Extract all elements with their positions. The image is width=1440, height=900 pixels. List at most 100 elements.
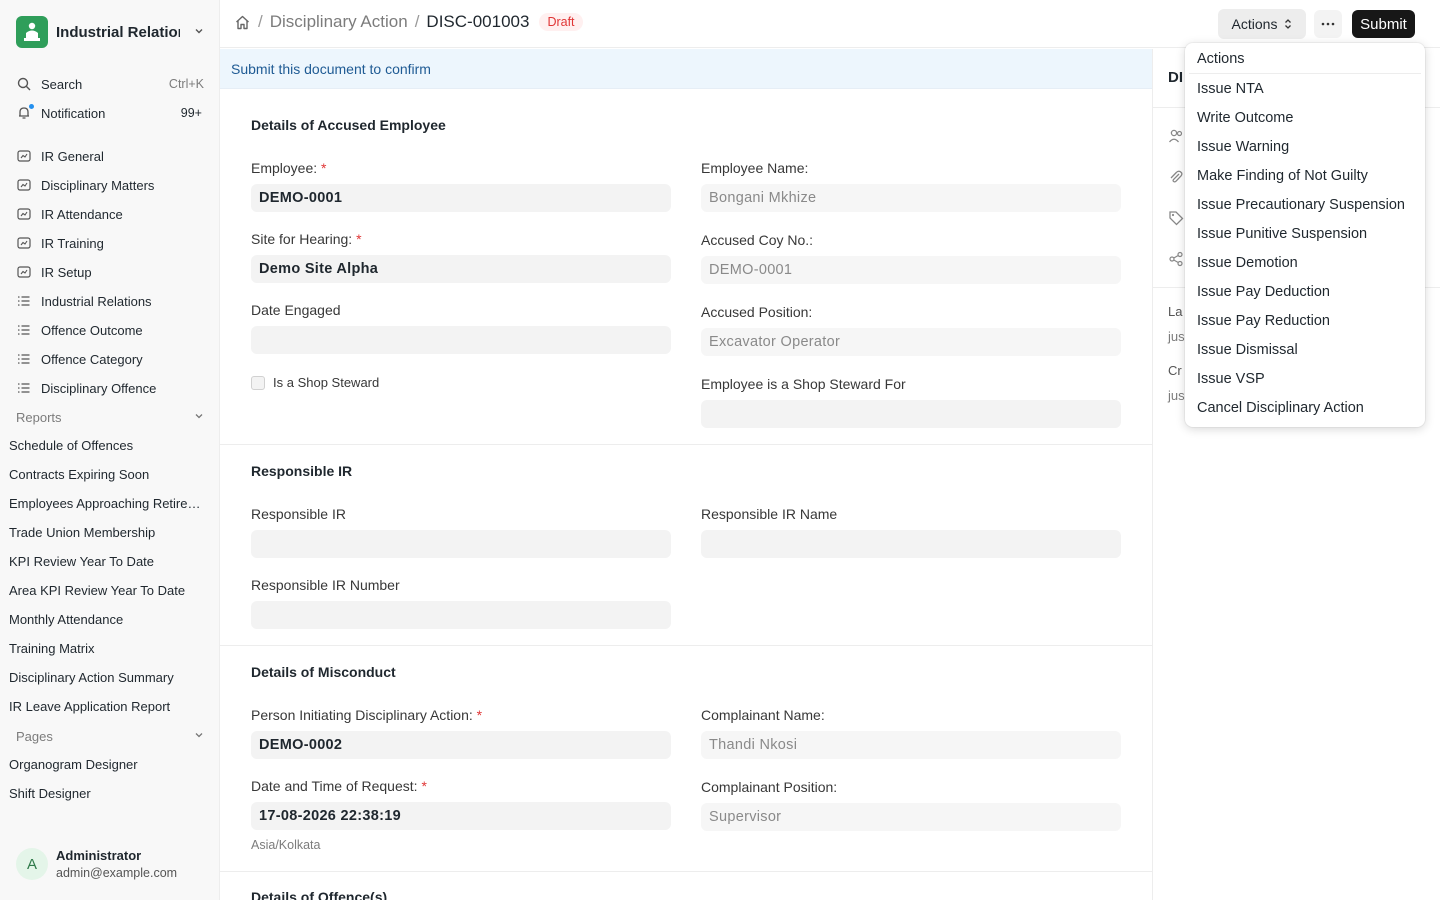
actions-label: Actions <box>1231 16 1278 32</box>
menu-item-make-finding-of-not-guilty[interactable]: Make Finding of Not Guilty <box>1189 162 1421 190</box>
workspace-icon <box>16 148 32 164</box>
sidebar-item-ir-attendance[interactable]: IR Attendance <box>8 201 212 227</box>
responsible-ir-name-label: Responsible IR Name <box>701 506 838 522</box>
form-area: Submit this document to confirm Details … <box>220 49 1153 900</box>
request-date-field[interactable]: 17-08-2026 22:38:19 <box>251 802 671 830</box>
section-misconduct: Details of Misconduct Person Initiating … <box>220 646 1152 872</box>
sidebar-item-offence-outcome[interactable]: Offence Outcome <box>8 317 212 343</box>
user-menu[interactable]: A Administrator admin@example.com <box>16 848 204 880</box>
user-email: admin@example.com <box>56 866 178 880</box>
more-options-button[interactable] <box>1314 10 1342 38</box>
report-link-contracts-expiring-soon[interactable]: Contracts Expiring Soon <box>9 467 209 482</box>
section-title: Responsible IR <box>251 463 353 479</box>
pages-section-toggle[interactable]: Pages <box>8 724 212 748</box>
top-bar: / Disciplinary Action / DISC-001003 Draf… <box>220 0 1440 48</box>
report-link-employees-approaching-retirement[interactable]: Employees Approaching Retirement <box>9 496 209 511</box>
avatar: A <box>16 848 48 880</box>
last-edited-value: jus <box>1168 329 1185 344</box>
report-link-training-matrix[interactable]: Training Matrix <box>9 641 209 656</box>
employee-field[interactable]: DEMO-0001 <box>251 184 671 212</box>
breadcrumb-current: DISC-001003 <box>426 12 530 31</box>
list-icon <box>16 293 32 309</box>
section-title: Details of Misconduct <box>251 664 396 680</box>
menu-item-issue-vsp[interactable]: Issue VSP <box>1189 365 1421 393</box>
shop-steward-label: Is a Shop Steward <box>273 375 380 390</box>
menu-item-issue-warning[interactable]: Issue Warning <box>1189 133 1421 161</box>
sidebar-item-disciplinary-matters[interactable]: Disciplinary Matters <box>8 172 212 198</box>
site-label: Site for Hearing: * <box>251 231 362 247</box>
ellipsis-icon <box>1321 22 1335 26</box>
sidebar-item-label: Disciplinary Offence <box>41 380 157 396</box>
menu-item-issue-pay-reduction[interactable]: Issue Pay Reduction <box>1189 307 1421 335</box>
initiator-field[interactable]: DEMO-0002 <box>251 731 671 759</box>
position-label: Accused Position: <box>701 304 813 320</box>
sidebar-item-ir-setup[interactable]: IR Setup <box>8 259 212 285</box>
notification-button[interactable]: Notification 99+ <box>8 100 212 126</box>
menu-item-issue-nta[interactable]: Issue NTA <box>1189 75 1421 103</box>
search-button[interactable]: Search Ctrl+K <box>8 71 212 97</box>
employee-name-label: Employee Name: <box>701 160 809 176</box>
responsible-ir-field[interactable] <box>251 530 671 558</box>
report-link-ir-leave-application-report[interactable]: IR Leave Application Report <box>9 699 209 714</box>
report-link-area-kpi-review-year-to-date[interactable]: Area KPI Review Year To Date <box>9 583 209 598</box>
complainant-name-label: Complainant Name: <box>701 707 825 723</box>
chevron-down-icon <box>194 26 204 39</box>
menu-item-issue-precautionary-suspension[interactable]: Issue Precautionary Suspension <box>1189 191 1421 219</box>
assign-icon[interactable] <box>1168 128 1184 144</box>
dropdown-heading: Actions <box>1197 51 1245 67</box>
shop-steward-checkbox[interactable]: Is a Shop Steward <box>251 375 379 390</box>
site-field[interactable]: Demo Site Alpha <box>251 255 671 283</box>
date-engaged-label: Date Engaged <box>251 302 341 318</box>
responsible-ir-name-field[interactable] <box>701 530 1121 558</box>
home-icon[interactable] <box>234 14 251 31</box>
sidebar-item-ir-training[interactable]: IR Training <box>8 230 212 256</box>
report-link-monthly-attendance[interactable]: Monthly Attendance <box>9 612 209 627</box>
tag-icon[interactable] <box>1168 210 1184 226</box>
pages-heading: Pages <box>16 728 53 744</box>
breadcrumb-parent[interactable]: Disciplinary Action <box>270 12 408 32</box>
report-link-disciplinary-action-summary[interactable]: Disciplinary Action Summary <box>9 670 209 685</box>
menu-item-issue-demotion[interactable]: Issue Demotion <box>1189 249 1421 277</box>
menu-item-issue-pay-deduction[interactable]: Issue Pay Deduction <box>1189 278 1421 306</box>
sidebar-item-disciplinary-offence[interactable]: Disciplinary Offence <box>8 375 212 401</box>
responsible-ir-number-field[interactable] <box>251 601 671 629</box>
sidebar-item-industrial-relations[interactable]: Industrial Relations <box>8 288 212 314</box>
chevron-down-icon <box>194 411 204 424</box>
workspace-icon <box>16 177 32 193</box>
report-link-schedule-of-offences[interactable]: Schedule of Offences <box>9 438 209 453</box>
bell-icon <box>16 104 34 121</box>
complainant-position-label: Complainant Position: <box>701 779 838 795</box>
page-link-shift-designer[interactable]: Shift Designer <box>9 786 209 801</box>
employee-label: Employee: * <box>251 160 327 176</box>
section-offences: Details of Offence(s) <box>220 872 1152 900</box>
sidebar-item-label: Disciplinary Matters <box>41 177 155 193</box>
date-engaged-field[interactable] <box>251 326 671 354</box>
menu-item-cancel-disciplinary-action[interactable]: Cancel Disciplinary Action <box>1189 394 1421 422</box>
status-badge: Draft <box>539 13 583 31</box>
app-logo <box>16 16 48 48</box>
workspace-icon <box>16 264 32 280</box>
search-shortcut: Ctrl+K <box>168 77 204 91</box>
reports-section-toggle[interactable]: Reports <box>8 405 212 429</box>
report-link-kpi-review-year-to-date[interactable]: KPI Review Year To Date <box>9 554 209 569</box>
menu-item-issue-punitive-suspension[interactable]: Issue Punitive Suspension <box>1189 220 1421 248</box>
created-label: Cr <box>1168 363 1182 378</box>
submit-button[interactable]: Submit <box>1352 10 1415 38</box>
sidebar-item-ir-general[interactable]: IR General <box>8 143 212 169</box>
initiator-label: Person Initiating Disciplinary Action: * <box>251 707 483 723</box>
search-icon <box>16 76 32 92</box>
page-link-organogram-designer[interactable]: Organogram Designer <box>9 757 209 772</box>
shop-steward-for-field[interactable] <box>701 400 1121 428</box>
sidebar-item-offence-category[interactable]: Offence Category <box>8 346 212 372</box>
section-title: Details of Accused Employee <box>251 117 446 133</box>
menu-item-issue-dismissal[interactable]: Issue Dismissal <box>1189 336 1421 364</box>
attachment-icon[interactable] <box>1168 169 1184 185</box>
app-name: Industrial Relations <box>56 23 180 41</box>
menu-item-write-outcome[interactable]: Write Outcome <box>1189 104 1421 132</box>
share-icon[interactable] <box>1168 251 1184 267</box>
app-switcher[interactable]: Industrial Relations <box>16 16 204 48</box>
report-link-trade-union-membership[interactable]: Trade Union Membership <box>9 525 209 540</box>
workspace-icon <box>16 206 32 222</box>
actions-button[interactable]: Actions <box>1218 9 1306 39</box>
checkbox-box[interactable] <box>251 375 265 390</box>
